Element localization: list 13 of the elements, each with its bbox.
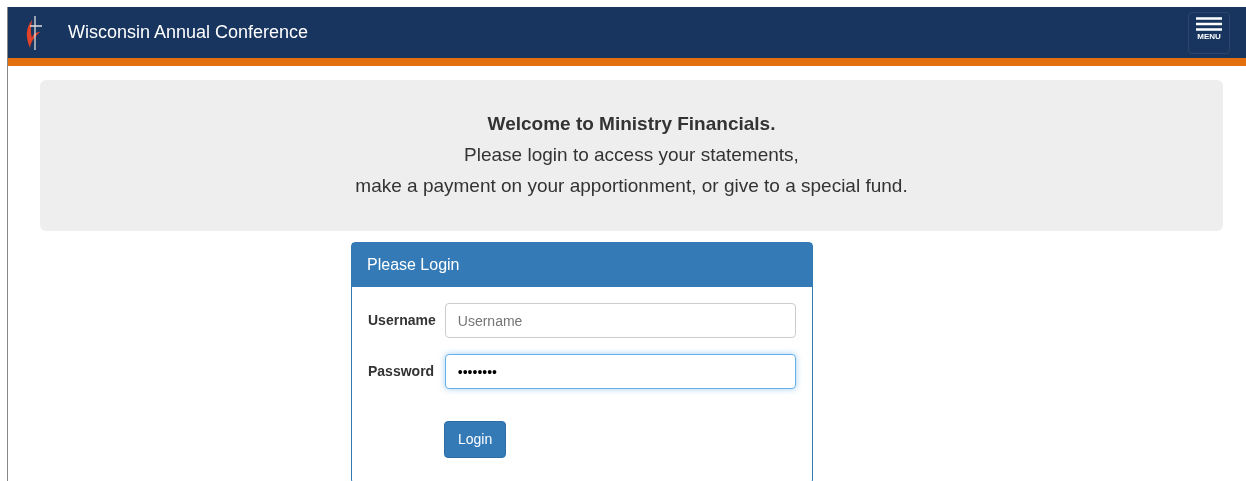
field-label: Password (368, 362, 436, 381)
menu-button[interactable]: MENU (1188, 11, 1230, 54)
input-field[interactable]: Username (444, 303, 796, 338)
welcome-text-line: Please login to access your statements, (463, 143, 800, 167)
cross-and-flame-logo-icon (24, 13, 44, 52)
welcome-text-line: make a payment on your apportionment, or give to a special fund. (354, 174, 909, 198)
login-button[interactable]: Login (444, 421, 507, 458)
field-label: Username (368, 311, 437, 330)
site-title: Wisconsin Annual Conference (68, 21, 309, 44)
menu-icon (1196, 16, 1222, 31)
welcome-heading: Welcome to Ministry Financials. (486, 112, 777, 136)
input-field[interactable]: •••••••• (444, 354, 796, 389)
login-panel-title: Please Login (352, 243, 812, 287)
